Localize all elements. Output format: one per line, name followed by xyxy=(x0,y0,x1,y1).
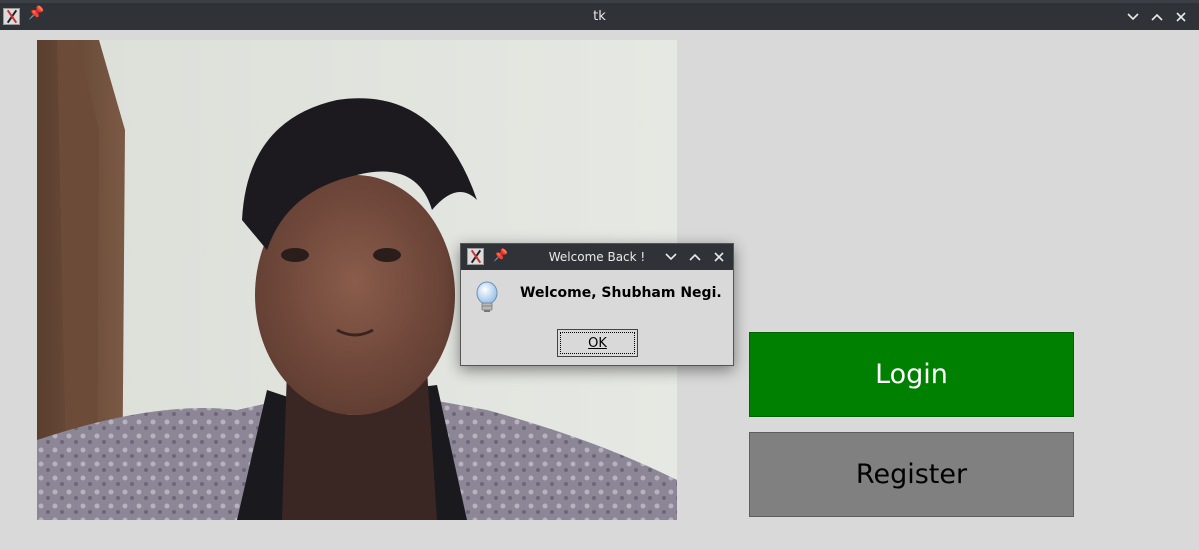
dialog-minimize-button[interactable] xyxy=(660,244,682,270)
chevron-down-icon xyxy=(1127,12,1139,20)
dialog-message: Welcome, Shubham Negi. xyxy=(520,285,722,301)
close-button[interactable] xyxy=(1170,3,1192,30)
dialog-close-button[interactable] xyxy=(708,244,730,270)
chevron-up-icon xyxy=(689,253,701,261)
dialog-maximize-button[interactable] xyxy=(684,244,706,270)
dialog-title: Welcome Back ! xyxy=(548,250,646,264)
register-button[interactable]: Register xyxy=(749,432,1074,517)
window-title: tk xyxy=(593,9,606,24)
close-icon xyxy=(714,251,724,262)
chevron-down-icon xyxy=(665,252,677,260)
dialog-app-icon xyxy=(467,248,484,265)
ok-button-label: OK xyxy=(588,335,607,351)
chevron-up-icon xyxy=(1151,13,1163,21)
dialog-titlebar[interactable]: 📌 Welcome Back ! xyxy=(461,244,733,270)
main-window-titlebar[interactable]: 📌 tk xyxy=(0,3,1199,30)
maximize-button[interactable] xyxy=(1146,3,1168,30)
ok-button[interactable]: OK xyxy=(557,329,638,357)
close-icon xyxy=(1176,11,1186,22)
login-button[interactable]: Login xyxy=(749,332,1074,417)
welcome-dialog: 📌 Welcome Back ! Welcome, Shubham Negi. … xyxy=(460,243,734,366)
minimize-button[interactable] xyxy=(1122,3,1144,30)
info-bulb-icon xyxy=(473,280,501,318)
dialog-pin-icon[interactable]: 📌 xyxy=(493,248,508,262)
